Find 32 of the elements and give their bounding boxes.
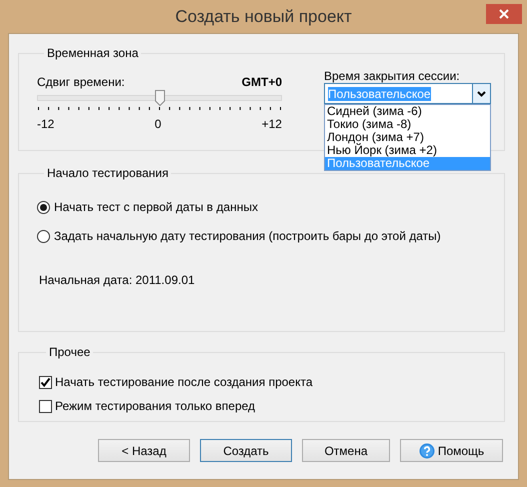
slider-label: Сдвиг времени: — [37, 74, 125, 90]
help-icon — [418, 442, 435, 458]
dropdown-option[interactable]: Лондон (зима +7) — [325, 131, 490, 144]
dialog-button[interactable]: < Назад — [98, 439, 190, 462]
default-button[interactable]: Создать — [200, 439, 292, 462]
checkbox[interactable] — [39, 400, 52, 412]
group-title: Прочее — [48, 344, 92, 361]
dropdown-option[interactable]: Токио (зима -8) — [325, 118, 490, 131]
dropdown-option[interactable]: Сидней (зима -6) — [325, 105, 490, 118]
scale-label: 0 — [154, 116, 162, 133]
scale-label: +12 — [262, 116, 282, 133]
group-title: Временная зона — [46, 45, 140, 62]
checkbox-label: Режим тестирования только вперед — [55, 398, 256, 415]
radio-label: Начать тест с первой даты в данных — [54, 199, 258, 216]
close-button[interactable] — [486, 4, 522, 24]
radio-button[interactable] — [37, 230, 50, 242]
dialog-button[interactable]: Отмена — [302, 439, 390, 462]
chevron-icon — [477, 90, 486, 96]
start-date-text: Начальная дата: 2011.09.01 — [39, 272, 196, 289]
scale-label: -12 — [37, 116, 54, 133]
close-icon — [499, 9, 509, 19]
combo-label: Время закрытия сессии: — [324, 68, 461, 82]
group-title: Начало тестирования — [46, 165, 170, 182]
help-button[interactable]: Помощь — [400, 439, 503, 462]
checkbox[interactable] — [39, 376, 52, 388]
radio-button[interactable] — [37, 200, 50, 214]
checkbox-label: Начать тестирование после создания проекта — [55, 374, 313, 391]
radio-label: Задать начальную дату тестирования (построить бары до этой даты) — [54, 228, 441, 245]
slider-thumb[interactable] — [154, 90, 164, 106]
dropdown-option[interactable]: Нью Йорк (зима +2) — [325, 144, 490, 157]
slider-value: GMT+0 — [242, 74, 282, 90]
window-title: Создать новый проект — [175, 6, 352, 28]
